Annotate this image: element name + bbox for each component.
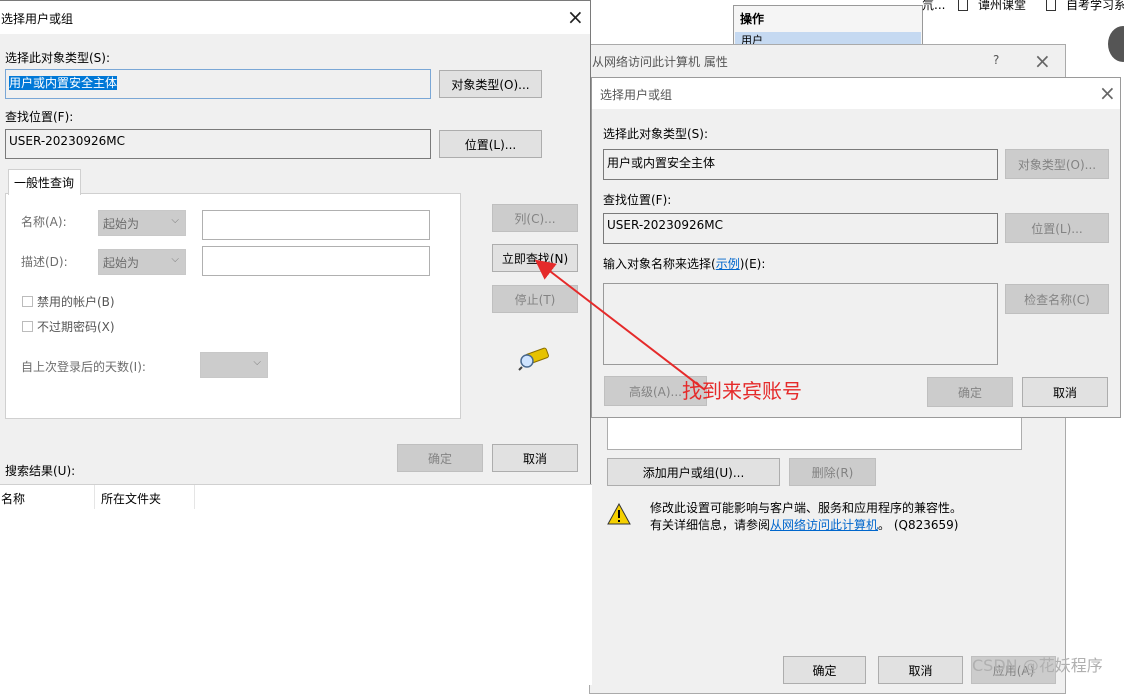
tab-general-label: 一般性查询 bbox=[14, 176, 75, 190]
annotation-text: 找到来宾账号 bbox=[682, 379, 802, 403]
tab-general[interactable]: 一般性查询 bbox=[8, 169, 81, 195]
annotation-arrow bbox=[534, 259, 706, 391]
watermark: CSDN @花妖程序 bbox=[972, 656, 1103, 675]
